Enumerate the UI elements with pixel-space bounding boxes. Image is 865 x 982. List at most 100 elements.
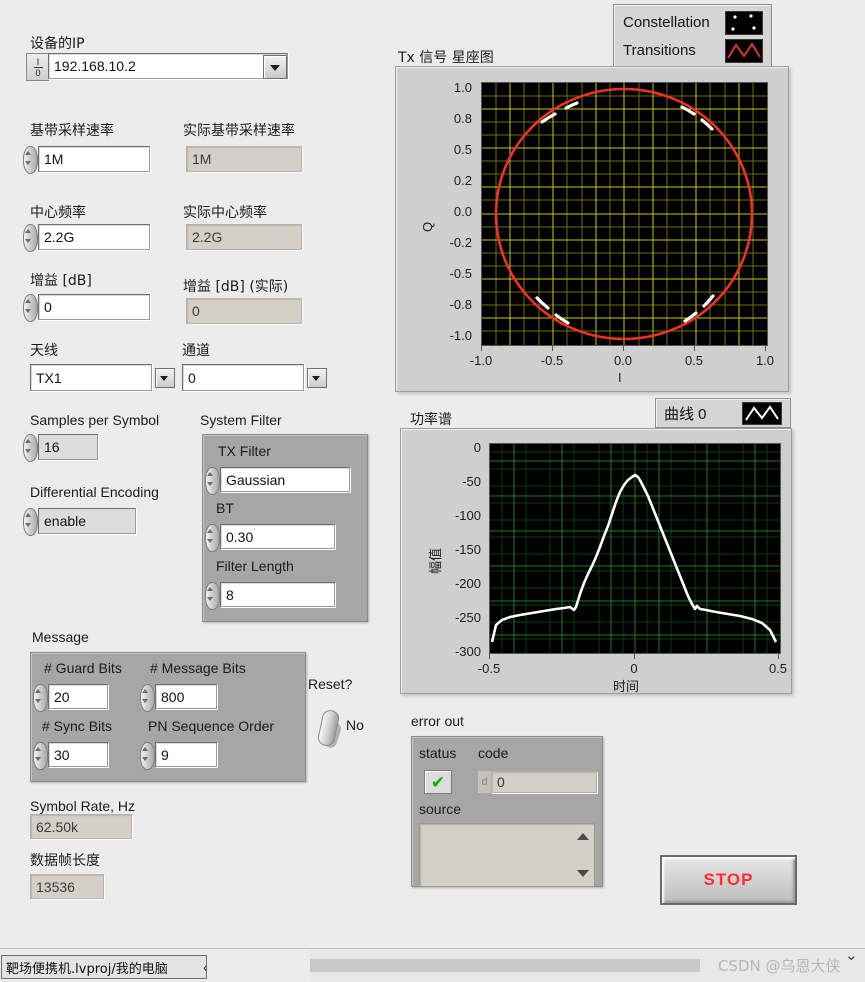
channel-select[interactable]: 0 <box>182 364 304 391</box>
constellation-ytick: -0.2 <box>449 235 472 250</box>
bt-input[interactable]: 0.30 <box>220 524 335 549</box>
spectrum-ytick: -50 <box>462 474 481 489</box>
gain-input[interactable]: 0 <box>38 294 150 320</box>
message-bits-input[interactable]: 800 <box>155 684 217 709</box>
constellation-graph[interactable]: 1.0 0.8 0.5 0.2 0.0 -0.2 -0.5 -0.8 -1.0 … <box>395 66 789 392</box>
samples-per-symbol-input[interactable]: 16 <box>38 434 98 460</box>
constellation-ytick: -0.5 <box>449 266 472 281</box>
checkmark-icon: ✔ <box>430 772 446 792</box>
samples-per-symbol-stepper[interactable] <box>22 434 38 462</box>
symbol-rate-label: Symbol Rate, Hz <box>30 798 136 814</box>
filter-length-input[interactable]: 8 <box>220 582 335 607</box>
spectrum-legend[interactable]: 曲线 0 <box>655 398 791 428</box>
pn-sequence-order-stepper[interactable] <box>139 742 155 770</box>
frame-length-value: 13536 <box>30 874 104 899</box>
guard-bits-input[interactable]: 20 <box>48 684 108 709</box>
spectrum-plot-area[interactable] <box>489 443 781 654</box>
spectrum-ytick: -200 <box>454 576 481 591</box>
guard-bits-stepper[interactable] <box>32 684 48 712</box>
baseband-rate-actual-value: 1M <box>186 146 302 172</box>
center-frequency-stepper[interactable] <box>22 224 38 252</box>
constellation-ytick: -1.0 <box>449 328 472 343</box>
device-ip-input[interactable]: 192.168.10.2 <box>48 53 288 79</box>
error-source-scrollbar[interactable] <box>573 825 593 885</box>
io-glyph-bottom: 0 <box>35 67 41 78</box>
channel-dropdown-button[interactable] <box>307 368 327 388</box>
channel-label: 通道 <box>182 343 210 359</box>
legend-item-constellation-label: Constellation <box>623 14 710 31</box>
spectrum-xtick: 0.5 <box>768 661 788 676</box>
filter-length-stepper[interactable] <box>204 582 220 610</box>
zigzag-line-icon[interactable] <box>742 401 782 425</box>
baseband-rate-input[interactable]: 1M <box>38 146 150 172</box>
legend-item-transitions-label: Transitions <box>623 42 696 59</box>
message-bits-stepper[interactable] <box>139 684 155 712</box>
system-filter-group-label: System Filter <box>200 412 282 428</box>
bt-label: BT <box>216 500 234 516</box>
tx-filter-stepper[interactable] <box>204 467 220 495</box>
status-bar-track <box>310 959 700 972</box>
sync-bits-stepper[interactable] <box>32 742 48 770</box>
constellation-ytick: -0.8 <box>449 297 472 312</box>
constellation-ytick: 0.0 <box>453 204 472 219</box>
center-frequency-actual-label: 实际中心频率 <box>183 205 267 221</box>
antenna-dropdown-button[interactable] <box>155 368 175 388</box>
filter-length-label: Filter Length <box>216 558 294 574</box>
spectrum-x-axis-name: 时间 <box>613 680 640 695</box>
reset-toggle-switch[interactable] <box>316 708 343 750</box>
sync-bits-input[interactable]: 30 <box>48 742 108 767</box>
reset-label: Reset? <box>308 676 353 692</box>
constellation-x-axis-name: I <box>618 370 622 385</box>
antenna-label: 天线 <box>30 343 58 359</box>
baseband-rate-label: 基带采样速率 <box>30 123 114 139</box>
scatter-dots-icon[interactable] <box>725 10 763 35</box>
device-ip-dropdown-button[interactable] <box>263 55 287 79</box>
constellation-legend[interactable]: Constellation Transitions <box>613 4 772 68</box>
spectrum-xtick: 0 <box>630 661 638 676</box>
stop-button[interactable]: STOP <box>660 855 797 905</box>
watermark: CSDN @乌恩大侠 <box>718 957 841 975</box>
frame-length-label: 数据帧长度 <box>30 853 100 869</box>
differential-encoding-input[interactable]: enable <box>38 508 136 534</box>
back-arrow-icon[interactable]: ‹ <box>203 959 208 975</box>
gain-stepper[interactable] <box>22 294 38 322</box>
constellation-ytick: 0.8 <box>453 111 472 126</box>
constellation-plot-area[interactable] <box>481 82 768 346</box>
constellation-xtick: -0.5 <box>540 353 564 368</box>
pn-sequence-order-input[interactable]: 9 <box>155 742 217 767</box>
differential-encoding-stepper[interactable] <box>22 508 38 536</box>
error-source-box[interactable] <box>419 823 595 887</box>
spectrum-graph[interactable]: 0 -50 -100 -150 -200 -250 -300 幅值 -0.5 0… <box>400 428 792 695</box>
spectrum-ytick: -100 <box>454 508 481 523</box>
samples-per-symbol-label: Samples per Symbol <box>30 412 160 428</box>
gain-actual-value: 0 <box>186 298 302 324</box>
baseband-rate-stepper[interactable] <box>22 146 38 174</box>
chevron-down-icon[interactable]: ⌄ <box>845 946 858 964</box>
spectrum-y-axis-name: 幅值 <box>429 547 444 574</box>
scroll-down-icon[interactable] <box>577 870 589 877</box>
legend-item-curve0-label: 曲线 0 <box>664 405 707 423</box>
scroll-up-icon[interactable] <box>577 833 589 840</box>
antenna-select[interactable]: TX1 <box>30 364 152 391</box>
tx-filter-input[interactable]: Gaussian <box>220 467 350 492</box>
pn-sequence-order-label: PN Sequence Order <box>148 718 275 734</box>
error-status-label: status <box>419 745 457 761</box>
project-path-tag[interactable]: 靶场便携机.lvproj/我的电脑 <box>1 955 207 979</box>
reset-value: No <box>346 717 364 733</box>
error-source-label: source <box>419 801 462 817</box>
io-glyph-top: I <box>36 56 40 67</box>
tx-filter-label: TX Filter <box>218 443 271 459</box>
center-frequency-input[interactable]: 2.2G <box>38 224 150 250</box>
error-status-indicator: ✔ <box>424 770 452 794</box>
io-refnum-icon: I 0 <box>26 53 49 81</box>
constellation-ytick: 0.5 <box>453 142 472 157</box>
constellation-xtick: 1.0 <box>755 353 775 368</box>
spectrum-xtick: -0.5 <box>477 661 501 676</box>
zigzag-line-icon[interactable] <box>725 38 763 63</box>
guard-bits-label: # Guard Bits <box>44 660 122 676</box>
constellation-xtick: 0.0 <box>613 353 633 368</box>
spectrum-ytick: -250 <box>454 610 481 625</box>
constellation-xtick: 0.5 <box>684 353 704 368</box>
bt-stepper[interactable] <box>204 524 220 552</box>
constellation-xtick: -1.0 <box>469 353 493 368</box>
